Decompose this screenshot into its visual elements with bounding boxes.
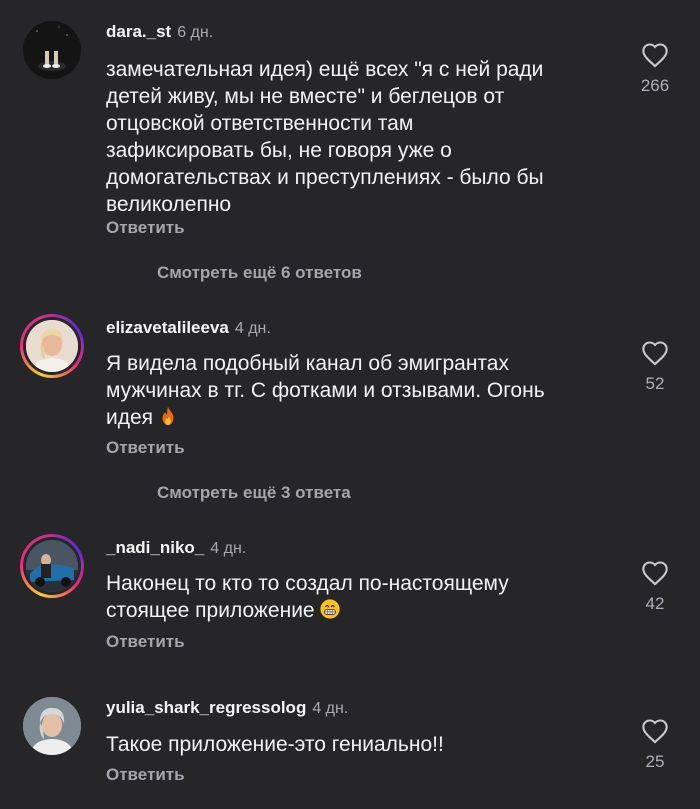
comment-text-line: Я видела подобный канал об эмигрантах [106, 352, 509, 375]
view-more-replies-button[interactable]: Смотреть ещё 6 ответов [157, 263, 362, 283]
fire-emoji-icon [162, 406, 174, 426]
comment-text-line: идея [106, 406, 154, 429]
like-button[interactable]: 52 [630, 340, 680, 394]
like-count: 42 [645, 594, 665, 613]
heart-icon [642, 561, 668, 586]
comment-text-line: стоящее приложение [106, 599, 315, 622]
username[interactable]: elizavetalileeva [106, 318, 229, 337]
reply-button[interactable]: Ответить [106, 218, 185, 238]
comment-text-line: Такое приложение-это гениально!! [106, 733, 444, 756]
avatar[interactable] [20, 694, 84, 758]
heart-icon [642, 719, 668, 744]
avatar[interactable] [20, 314, 84, 378]
reply-button[interactable]: Ответить [106, 438, 185, 458]
comment-text: замечательная идея) ещё всех "я с ней ра… [106, 56, 606, 218]
heart-icon [642, 341, 668, 366]
comment-text-line: великолепно [106, 193, 232, 216]
username[interactable]: yulia_shark_regressolog [106, 698, 306, 717]
timestamp: 6 дн. [177, 24, 214, 41]
comment-text-line: домогательствах и преступлениях - было б… [106, 166, 544, 189]
like-count: 25 [645, 752, 665, 771]
comment-text: Такое приложение-это гениально!! [106, 731, 606, 758]
like-button[interactable]: 25 [630, 718, 680, 772]
like-count: 266 [640, 76, 670, 95]
timestamp: 4 дн. [210, 540, 247, 557]
comment-text-line: Наконец то кто то создал по-настоящему [106, 572, 509, 595]
like-count: 52 [645, 374, 665, 393]
heart-icon [642, 43, 668, 68]
like-button[interactable]: 42 [630, 560, 680, 614]
comment-text-line: отцовской ответственности там [106, 112, 414, 135]
avatar[interactable] [20, 534, 84, 598]
comment-text-line: мужчинах в тг. С фотками и отзывами. Ого… [106, 379, 545, 402]
username[interactable]: _nadi_niko_ [106, 538, 204, 557]
reply-button[interactable]: Ответить [106, 632, 185, 652]
timestamp: 4 дн. [312, 700, 349, 717]
comment-text: Наконец то кто то создал по-настоящему с… [106, 570, 606, 624]
username[interactable]: dara._st [106, 22, 171, 41]
reply-button[interactable]: Ответить [106, 765, 185, 785]
avatar[interactable] [20, 18, 84, 82]
timestamp: 4 дн. [234, 320, 271, 337]
comment-text: Я видела подобный канал об эмигрантах му… [106, 350, 606, 431]
grinning-face-emoji-icon [320, 599, 340, 619]
comment-text-line: зафиксировать бы, не говоря уже о [106, 139, 452, 162]
like-button[interactable]: 266 [630, 42, 680, 96]
comment-text-line: замечательная идея) ещё всех "я с ней ра… [106, 58, 544, 81]
view-more-replies-button[interactable]: Смотреть ещё 3 ответа [157, 483, 351, 503]
comment-text-line: детей живу, мы не вместе" и беглецов от [106, 85, 505, 108]
